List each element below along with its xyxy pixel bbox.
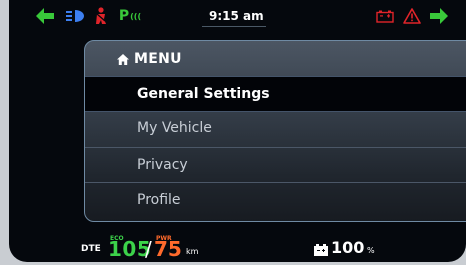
seatbelt-icon: [95, 7, 107, 25]
battery-unit: %: [367, 246, 375, 255]
menu-item-privacy[interactable]: Privacy: [85, 148, 466, 182]
dte-label: DTE: [81, 244, 101, 254]
park-label: P: [118, 8, 130, 24]
menu-item-label: Profile: [137, 192, 181, 208]
turn-right-arrow-icon: [430, 7, 448, 25]
menu-item-label: My Vehicle: [137, 120, 212, 136]
menu-panel: MENU General Settings My Vehicle Privacy…: [84, 40, 466, 222]
menu-item-label: Privacy: [137, 157, 188, 173]
parking-brake-icon: P(((: [117, 7, 143, 25]
clock-underline: [202, 26, 266, 27]
menu-item-general-settings[interactable]: General Settings: [85, 76, 466, 112]
clock-time: 9:15 am: [209, 9, 264, 23]
menu-title: MENU: [134, 51, 182, 67]
dashboard-screen: P((( 9:15 am MENU General Settings My Ve…: [9, 0, 466, 262]
park-suffix: (((: [130, 11, 142, 21]
pwr-range-value: 75: [154, 237, 182, 261]
menu-item-profile[interactable]: Profile: [85, 183, 466, 217]
battery-level-value: 100: [331, 238, 365, 257]
low-beam-icon: [65, 7, 85, 25]
warning-triangle-icon: [403, 7, 421, 25]
battery-warning-icon: [376, 7, 394, 25]
distance-unit: km: [186, 247, 199, 256]
turn-left-arrow-icon: [36, 7, 54, 25]
menu-item-my-vehicle[interactable]: My Vehicle: [85, 111, 466, 145]
status-bar: P((( 9:15 am: [9, 0, 466, 34]
battery-icon: [314, 241, 328, 256]
info-bar: DTE ECO 105 / PWR 75 km 100 %: [9, 226, 466, 262]
menu-item-label: General Settings: [137, 86, 270, 102]
home-icon: [117, 53, 129, 65]
menu-header: MENU: [85, 41, 466, 77]
range-separator: /: [145, 237, 152, 261]
